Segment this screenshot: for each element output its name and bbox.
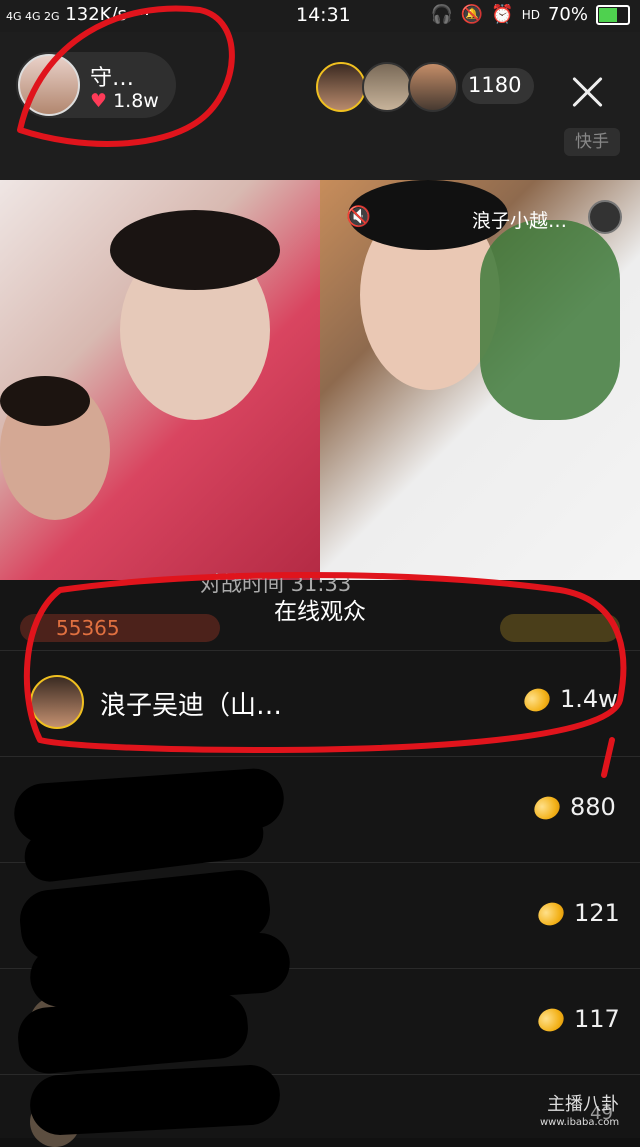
annotation-circle-anchor xyxy=(17,5,235,147)
annotation-circle-audience xyxy=(23,572,627,778)
annotation-overlay xyxy=(17,5,627,778)
